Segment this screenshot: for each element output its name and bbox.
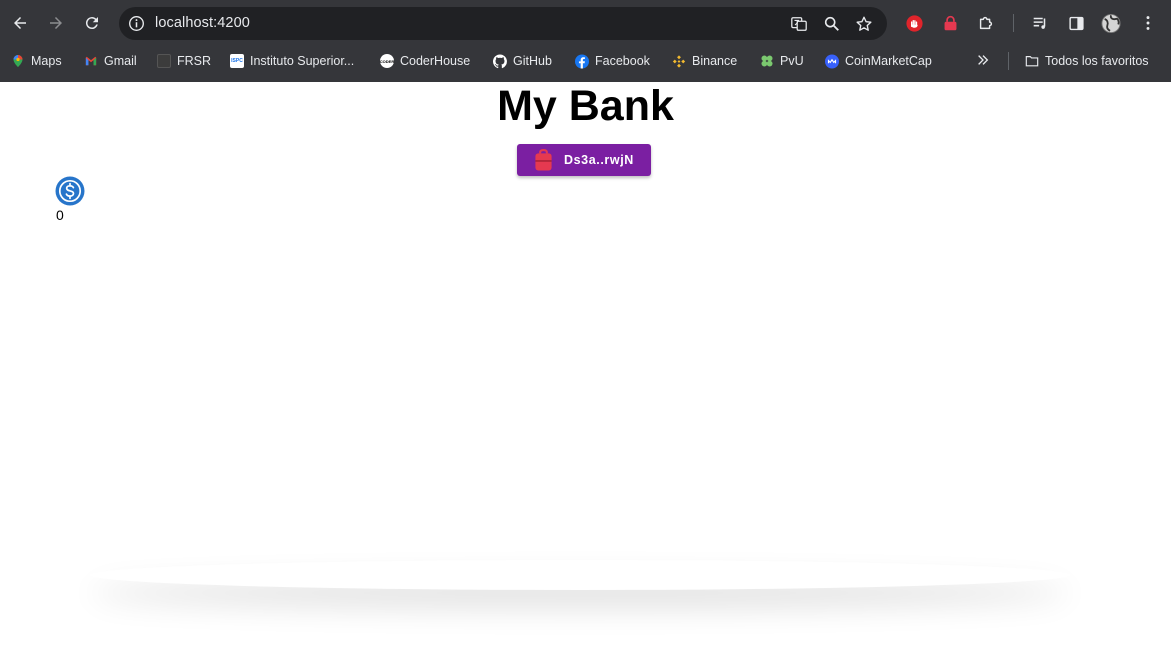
maps-icon [11, 54, 25, 68]
facebook-icon [575, 54, 589, 68]
bookmark-label: Instituto Superior... [250, 54, 355, 68]
github-icon [493, 54, 507, 68]
arrow-right-icon [50, 17, 62, 29]
extension-lock-icon[interactable] [940, 13, 960, 33]
bottom-shadow-decoration [90, 560, 1070, 590]
wallet-address-label: Ds3a..rwjN [564, 153, 634, 167]
toolbar-divider [1013, 14, 1014, 32]
bookmark-coderhouse[interactable]: CODER CoderHouse [380, 52, 470, 70]
bookmark-label: PvU [780, 54, 804, 68]
bookmark-label: Todos los favoritos [1045, 54, 1149, 68]
ispc-icon: ISPC [230, 54, 244, 68]
wallet-backpack-icon [533, 148, 553, 172]
page-title: My Bank [497, 82, 674, 130]
browser-toolbar: localhost:4200 [0, 0, 1171, 46]
bookmark-maps[interactable]: Maps [11, 52, 62, 70]
extensions-puzzle-icon[interactable] [976, 13, 996, 33]
bookmark-label: CoinMarketCap [845, 54, 932, 68]
chevron-double-right-icon [976, 53, 990, 70]
bookmark-label: Maps [31, 54, 62, 68]
forward-button[interactable] [44, 11, 68, 35]
back-button[interactable] [8, 11, 32, 35]
media-control-icon[interactable] [1030, 13, 1050, 33]
binance-icon [672, 54, 686, 68]
address-bar[interactable]: localhost:4200 [119, 7, 887, 40]
side-panel-icon[interactable] [1066, 13, 1086, 33]
bookmark-facebook[interactable]: Facebook [575, 52, 650, 70]
bookmarks-overflow-button[interactable] [976, 52, 990, 70]
profile-avatar-icon[interactable] [1101, 13, 1121, 33]
bookmark-instituto-superior[interactable]: ISPC Instituto Superior... [230, 52, 354, 70]
extension-stop-icon[interactable] [904, 13, 924, 33]
bookmark-pvu[interactable]: PvU [760, 52, 804, 70]
bookmark-github[interactable]: GitHub [493, 52, 552, 70]
reload-icon [85, 17, 98, 30]
bookmark-gmail[interactable]: Gmail [84, 52, 137, 70]
site-info-icon[interactable] [127, 14, 146, 33]
bookmark-label: FRSR [177, 54, 212, 68]
url-text: localhost:4200 [155, 15, 250, 31]
zoom-icon[interactable] [822, 14, 842, 34]
token-balance-value: 0 [56, 207, 64, 223]
bookmarks-bar: Maps Gmail FRSR ISPC Instituto Superior.… [0, 46, 1171, 76]
bookmark-coinmarketcap[interactable]: CoinMarketCap [825, 52, 932, 70]
browser-menu-icon[interactable] [1138, 13, 1158, 33]
bookmark-frsr[interactable]: FRSR [157, 52, 211, 70]
bookmark-label: GitHub [513, 54, 552, 68]
browser-chrome: localhost:4200 Maps Gmail FRSR ISPC Inst… [0, 0, 1171, 82]
coinmarketcap-icon [825, 54, 839, 68]
gmail-icon [84, 54, 98, 68]
reload-button[interactable] [80, 11, 104, 35]
bookmarks-divider [1008, 52, 1009, 70]
folder-icon [1025, 54, 1039, 68]
all-bookmarks-folder[interactable]: Todos los favoritos [1025, 52, 1149, 70]
pvu-icon [760, 54, 774, 68]
bookmark-label: Gmail [104, 54, 137, 68]
wallet-connect-button[interactable]: Ds3a..rwjN [517, 144, 651, 176]
usdc-token-icon [55, 176, 85, 206]
bookmark-label: CoderHouse [400, 54, 471, 68]
bookmark-label: Binance [692, 54, 738, 68]
coderhouse-icon: CODER [380, 54, 394, 68]
star-icon[interactable] [854, 14, 874, 34]
bookmark-label: Facebook [595, 54, 650, 68]
bookmark-binance[interactable]: Binance [672, 52, 737, 70]
frsr-icon [157, 54, 171, 68]
arrow-left-icon [14, 17, 26, 29]
translate-icon[interactable] [789, 14, 809, 34]
